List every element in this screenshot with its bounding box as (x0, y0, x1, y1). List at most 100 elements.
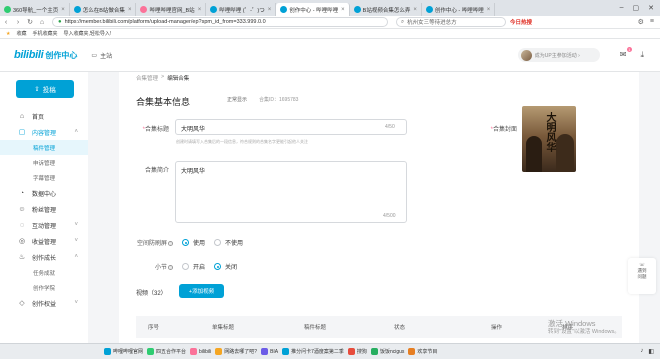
browser-tab[interactable]: 创作中心 - 哔哩哔哩 × (422, 3, 496, 16)
sidebar-item-label: 互动管理 (32, 223, 57, 230)
sidebar-item[interactable]: ⌂ 首页 (0, 108, 88, 124)
taskbar-item[interactable]: 哔哩哔哩官网 (104, 348, 143, 355)
browser-search-box[interactable]: ⌕ 杭州女三等待进总方 (396, 17, 506, 27)
taskbar-item-label: 哔哩哔哩官网 (113, 349, 144, 355)
back-icon[interactable]: ‹ (0, 19, 12, 26)
tab-close-icon[interactable]: × (413, 7, 417, 13)
main-site-link[interactable]: ▭ 主站 (91, 51, 112, 60)
sidebar: ⇪ 投稿 ⌂ 首页 ▢ 内容管理 ˄ 稿件管理 申诉管理 字幕管理 ◔ 数据中心 ☺ 粉丝管理 ◌ 互动管… (0, 72, 88, 359)
taskbar-item[interactable]: 网路去哪了吧? (215, 348, 257, 355)
tab-close-icon[interactable]: × (198, 7, 202, 13)
taskbar-item[interactable]: BIA (261, 348, 278, 355)
bookmark-item[interactable]: 手机收藏夹 (33, 30, 58, 37)
forward-icon[interactable]: › (12, 19, 24, 26)
tab-label: B站视频合集怎么弄 (362, 7, 411, 14)
sidebar-subitem[interactable]: 创作学院 (0, 280, 88, 295)
star-icon: ★ (6, 30, 11, 37)
intro-textarea[interactable]: 大明风华 (175, 161, 407, 223)
cover-image[interactable]: 大明风华 (522, 106, 576, 172)
section-option-off[interactable]: 关闭 (214, 262, 237, 271)
tab-close-icon[interactable]: × (341, 7, 345, 13)
status-badge: 正常显示 (227, 97, 248, 103)
hot-search-label[interactable]: 今日热搜 (510, 18, 532, 26)
breadcrumb-sep: > (161, 74, 165, 80)
radio-checked-icon (182, 239, 189, 246)
sidebar-subitem[interactable]: 字幕管理 (0, 170, 88, 185)
window-controls: – ▢ ✕ (620, 4, 660, 12)
sound-icon[interactable]: ♪ (640, 348, 643, 355)
taskbar-item[interactable]: 饭饭ncigus (370, 348, 404, 355)
auto-option-nouse[interactable]: 不使用 (214, 238, 243, 247)
tab-label: 360导航_一个主页 (13, 7, 59, 14)
tab-close-icon[interactable]: × (268, 7, 272, 13)
sidebar-item[interactable]: ▢ 内容管理 ˄ (0, 124, 88, 140)
close-window-icon[interactable]: ✕ (648, 4, 654, 12)
bilibili-logo[interactable]: bilibili (14, 49, 44, 61)
sidebar-subitem[interactable]: 申诉管理 (0, 155, 88, 170)
sidebar-item[interactable]: ♨ 创作成长 ˄ (0, 249, 88, 265)
help-icon[interactable]: ? (168, 265, 173, 270)
taskbar-item-label: 推分问卡7酒度案第二季 (291, 349, 344, 355)
browser-tab[interactable]: 哔哩哔哩官网_B站 × (136, 3, 207, 16)
download-icon[interactable]: ⤓ (640, 50, 644, 60)
user-pill[interactable]: 成为UP主参加活动 › (517, 48, 600, 62)
browser-tab[interactable]: 哔哩哔哩 (゜-゜)つ × (206, 3, 277, 16)
network-icon[interactable]: ◧ (648, 348, 654, 355)
sidebar-item[interactable]: ☺ 粉丝管理 (0, 201, 88, 217)
breadcrumb: 合集管理 > 编辑合集 (136, 74, 189, 82)
upload-button[interactable]: ⇪ 投稿 (16, 80, 74, 98)
taskbar-app-icon (215, 348, 223, 355)
grow-icon: ♨ (18, 254, 26, 261)
taskbar-item-label: BIA (270, 348, 279, 355)
section-option-on[interactable]: 开启 (182, 262, 205, 271)
bookmarks-label[interactable]: 收藏 (16, 30, 26, 37)
taskbar-item[interactable]: bilibili (190, 348, 211, 355)
videos-count-label: 视频（32） (136, 291, 167, 297)
tab-close-icon[interactable]: × (487, 7, 491, 13)
taskbar-item-label: 网路去哪了吧? (224, 349, 258, 355)
creator-header: bilibili 创作中心 ▭ 主站 成为UP主参加活动 › ✉ 1 ⤓ (0, 39, 660, 72)
intro-label: 合集简介 (144, 168, 169, 174)
home-browser-icon[interactable]: ⌂ (36, 19, 48, 26)
sidebar-item[interactable]: ◌ 互动管理 ˅ (0, 217, 88, 233)
taskbar-app-icon (190, 348, 198, 355)
breadcrumb-parent[interactable]: 合集管理 (136, 74, 158, 82)
breadcrumb-current: 编辑合集 (167, 76, 190, 82)
browser-tab[interactable]: B站视频合集怎么弄 × (350, 3, 422, 16)
auto-option-use[interactable]: 使用 (182, 238, 205, 247)
sidebar-item[interactable]: ◇ 创作权益 ˅ (0, 295, 88, 311)
intro-value: 大明风华 (181, 169, 206, 175)
taskbar-item[interactable]: 四五合作平台 (147, 348, 186, 355)
sidebar-item[interactable]: ◔ 数据中心 (0, 185, 88, 201)
sidebar-item-label: 粉丝管理 (32, 207, 57, 214)
title-input[interactable]: 大明风华 (175, 119, 407, 135)
address-bar[interactable]: ● https://member.bilibili.com/platform/u… (52, 17, 388, 27)
sidebar-item[interactable]: ◎ 收益管理 ˅ (0, 233, 88, 249)
add-video-button[interactable]: +添加视频 (179, 284, 224, 298)
menu-icon[interactable]: ≡ (650, 18, 654, 26)
taskbar-item[interactable]: 欢享节目 (408, 348, 437, 355)
taskbar-item[interactable]: 推分问卡7酒度案第二季 (282, 348, 344, 355)
tab-favicon-icon (353, 6, 361, 13)
fans-icon: ☺ (18, 205, 26, 213)
tab-close-icon[interactable]: × (61, 7, 65, 13)
minimize-icon[interactable]: – (620, 4, 624, 12)
bookmark-item[interactable]: 导入收藏夹,轻松导入! (64, 30, 112, 37)
browser-tab[interactable]: 360导航_一个主页 × (0, 3, 70, 16)
sidebar-subitem[interactable]: 稿件管理 (0, 140, 88, 155)
help-icon[interactable]: ? (168, 241, 173, 246)
main-site-label: 主站 (100, 53, 113, 60)
refresh-icon[interactable]: ↻ (24, 18, 36, 26)
extensions-icon[interactable]: ⚙ (638, 18, 644, 26)
bookmarks-bar: ★ 收藏 手机收藏夹 导入收藏夹,轻松导入! (0, 29, 660, 39)
message-icon[interactable]: ✉ (620, 50, 627, 60)
browser-tab[interactable]: 创作中心 - 哔哩哔哩 × (276, 3, 350, 16)
taskbar-item[interactable]: 搜狗 (347, 348, 367, 355)
browser-tab[interactable]: 怎么在B站做合集 × (70, 3, 137, 16)
tab-close-icon[interactable]: × (128, 7, 132, 13)
taskbar-item-label: bilibili (199, 348, 212, 355)
maximize-icon[interactable]: ▢ (633, 4, 640, 12)
taskbar-app-icon (347, 348, 355, 355)
help-float-button[interactable]: ☏ 遇到 问题 (628, 258, 656, 294)
sidebar-subitem[interactable]: 任务成就 (0, 265, 88, 280)
